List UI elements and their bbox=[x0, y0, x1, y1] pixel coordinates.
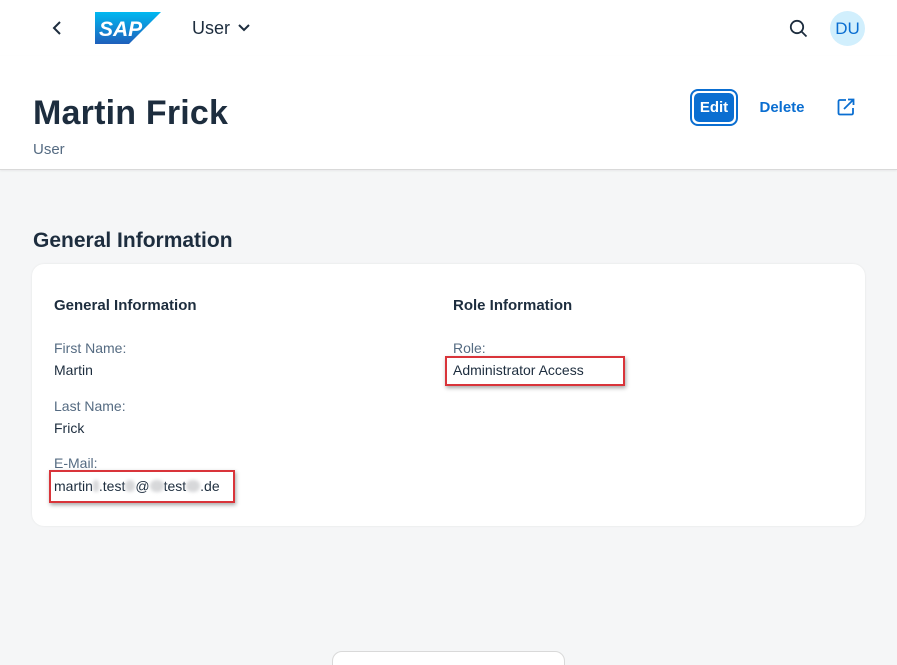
last-name-value: Frick bbox=[54, 420, 85, 436]
section-title: General Information bbox=[33, 229, 233, 252]
app-title: User bbox=[192, 17, 231, 38]
edit-button-label: Edit bbox=[694, 93, 734, 122]
object-page-header: Martin Frick User Edit Delete bbox=[0, 56, 897, 170]
search-icon bbox=[789, 19, 807, 37]
search-button[interactable] bbox=[784, 14, 812, 42]
delete-button[interactable]: Delete bbox=[752, 92, 812, 122]
page-title: Martin Frick bbox=[33, 94, 229, 132]
share-icon bbox=[837, 98, 855, 116]
back-button[interactable] bbox=[44, 14, 70, 42]
svg-text:SAP: SAP bbox=[99, 18, 143, 41]
footer-panel bbox=[332, 651, 565, 665]
first-name-value: Martin bbox=[54, 362, 93, 378]
sap-logo: SAP bbox=[95, 12, 161, 44]
share-button[interactable] bbox=[832, 92, 860, 122]
app-title-menu[interactable]: User bbox=[192, 17, 250, 39]
email-highlight-box bbox=[49, 470, 235, 503]
back-icon bbox=[52, 21, 61, 35]
chevron-down-icon bbox=[238, 24, 250, 32]
edit-button[interactable]: Edit bbox=[690, 89, 738, 126]
last-name-label: Last Name: bbox=[54, 398, 126, 414]
shell-bar: SAP User DU bbox=[0, 0, 897, 56]
email-label: E-Mail: bbox=[54, 455, 98, 471]
user-avatar[interactable]: DU bbox=[830, 11, 865, 46]
first-name-label: First Name: bbox=[54, 340, 127, 356]
role-label: Role: bbox=[453, 340, 486, 356]
group-title-general: General Information bbox=[54, 297, 197, 314]
role-highlight-box bbox=[445, 356, 625, 386]
group-title-role: Role Information bbox=[453, 297, 573, 314]
general-information-card: General Information First Name: Martin L… bbox=[32, 264, 865, 526]
page-subtitle: User bbox=[33, 141, 65, 158]
